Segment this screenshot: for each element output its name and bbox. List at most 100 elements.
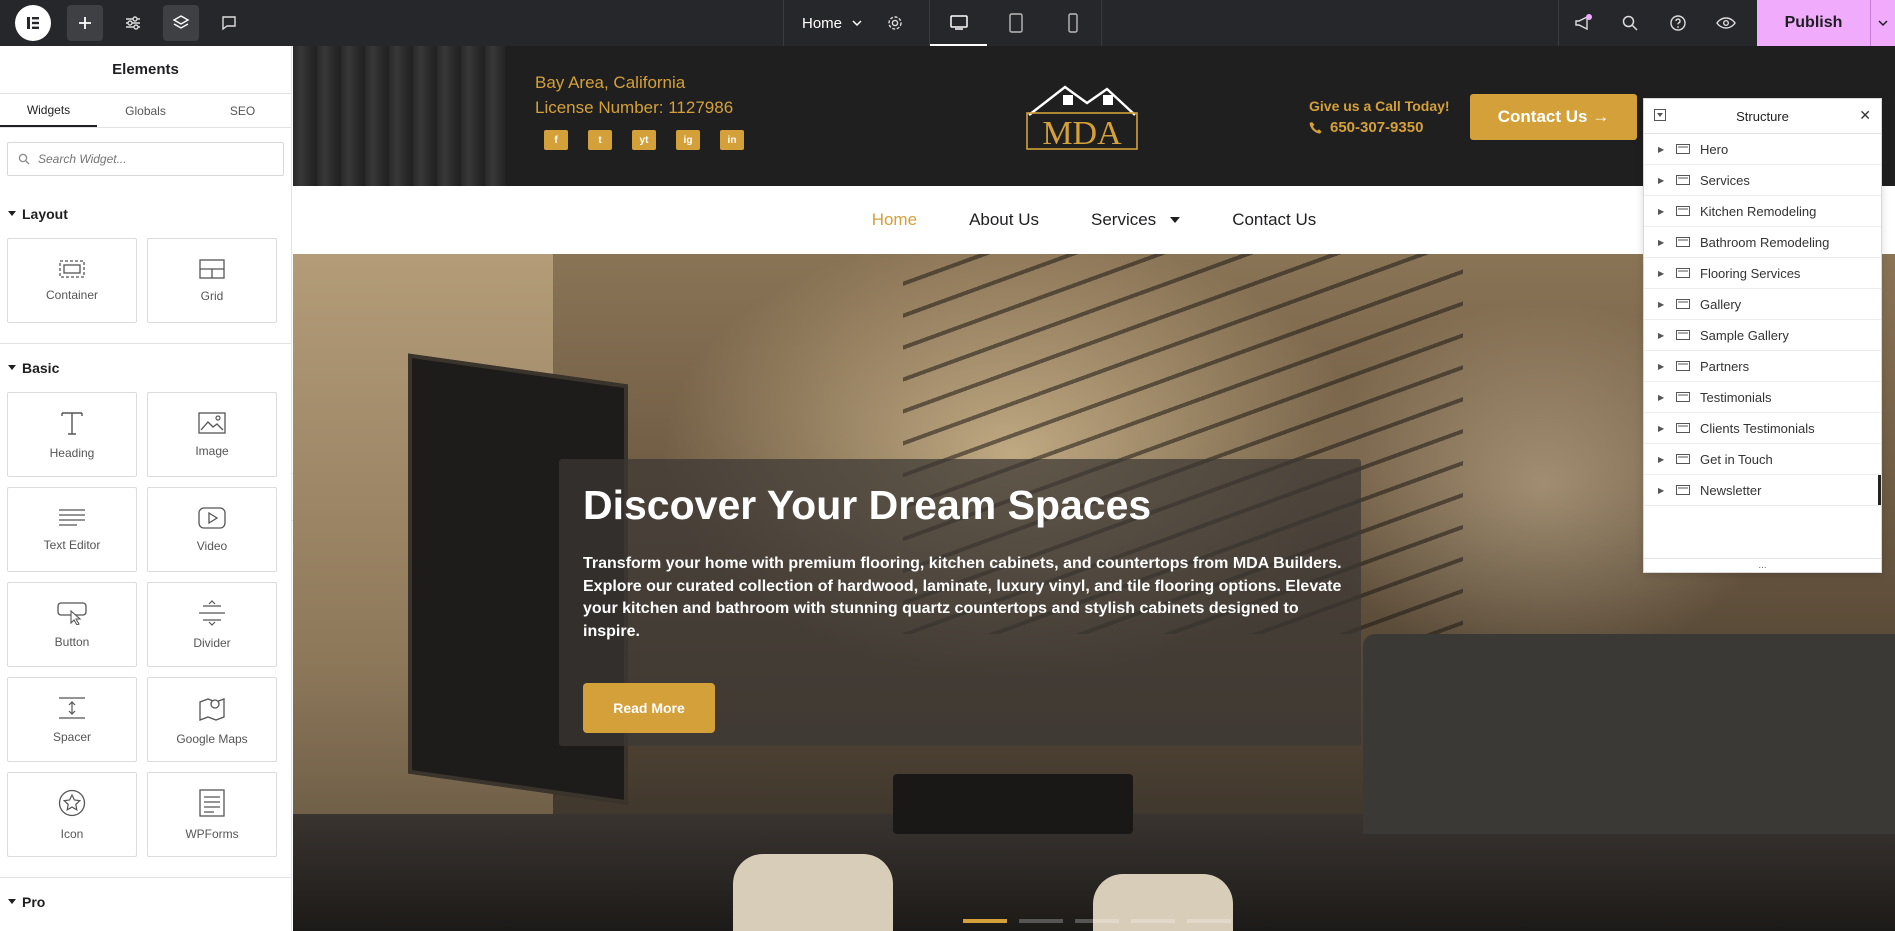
caret-right-icon[interactable]: ▶ <box>1658 300 1666 309</box>
caret-right-icon[interactable]: ▶ <box>1658 393 1666 402</box>
structure-item[interactable]: ▶ Kitchen Remodeling <box>1644 196 1881 227</box>
structure-item[interactable]: ▶ Services <box>1644 165 1881 196</box>
structure-scrollbar[interactable] <box>1878 475 1881 505</box>
nav-services[interactable]: Services <box>1065 210 1206 230</box>
structure-resize-handle[interactable]: ... <box>1644 558 1881 572</box>
slider-dot[interactable] <box>963 919 1007 923</box>
section-pro[interactable]: Pro <box>0 892 291 912</box>
structure-item[interactable]: ▶ Testimonials <box>1644 382 1881 413</box>
structure-item[interactable]: ▶ Get in Touch <box>1644 444 1881 475</box>
container-icon <box>1676 485 1690 495</box>
youtube-icon[interactable]: yt <box>632 130 656 150</box>
instagram-icon[interactable]: ig <box>676 130 700 150</box>
panel-title: Elements <box>0 46 291 94</box>
widget-heading[interactable]: Heading <box>7 392 137 477</box>
widget-container[interactable]: Container <box>7 238 137 323</box>
structure-item[interactable]: ▶ Gallery <box>1644 289 1881 320</box>
section-pro-label: Pro <box>22 894 46 910</box>
close-icon[interactable]: ✕ <box>1859 107 1871 124</box>
topbar-right: Publish <box>1558 0 1895 46</box>
help-button[interactable] <box>1654 0 1702 46</box>
widget-label: WPForms <box>185 826 239 841</box>
structure-item[interactable]: ▶ Hero <box>1644 134 1881 165</box>
star-icon <box>58 789 86 816</box>
caret-right-icon[interactable]: ▶ <box>1658 238 1666 247</box>
container-icon <box>59 259 85 278</box>
section-layout[interactable]: Layout <box>0 204 291 224</box>
caret-right-icon[interactable]: ▶ <box>1658 269 1666 278</box>
desktop-device-button[interactable] <box>930 0 987 46</box>
slider-dot[interactable] <box>1075 919 1119 923</box>
caret-right-icon[interactable]: ▶ <box>1658 486 1666 495</box>
nav-about-us[interactable]: About Us <box>943 210 1065 230</box>
contact-us-button[interactable]: Contact Us → <box>1470 94 1637 140</box>
phone-number: 650-307-9350 <box>1330 119 1424 136</box>
section-basic[interactable]: Basic <box>0 358 291 378</box>
nav-home[interactable]: Home <box>846 210 943 230</box>
caret-down-icon <box>8 211 16 216</box>
widget-icon[interactable]: Icon <box>7 772 137 857</box>
search-icon <box>1622 15 1638 31</box>
search-button[interactable] <box>1606 0 1654 46</box>
caret-right-icon[interactable]: ▶ <box>1658 176 1666 185</box>
structure-item[interactable]: ▶ Partners <box>1644 351 1881 382</box>
structure-item[interactable]: ▶ Bathroom Remodeling <box>1644 227 1881 258</box>
preview-button[interactable] <box>1702 0 1750 46</box>
header-address: Bay Area, California License Number: 112… <box>535 70 733 120</box>
caret-right-icon[interactable]: ▶ <box>1658 331 1666 340</box>
whats-new-button[interactable] <box>1558 0 1606 46</box>
widget-button[interactable]: Button <box>7 582 137 667</box>
linkedin-icon[interactable]: in <box>720 130 744 150</box>
mobile-device-button[interactable] <box>1044 0 1101 46</box>
caret-right-icon[interactable]: ▶ <box>1658 207 1666 216</box>
publish-options-button[interactable] <box>1870 0 1895 46</box>
notes-button[interactable] <box>211 5 247 41</box>
collapse-all-icon[interactable] <box>1654 109 1666 121</box>
structure-item[interactable]: ▶ Clients Testimonials <box>1644 413 1881 444</box>
tab-widgets[interactable]: Widgets <box>0 94 97 127</box>
widget-video[interactable]: Video <box>147 487 277 572</box>
caret-right-icon[interactable]: ▶ <box>1658 455 1666 464</box>
widget-divider[interactable]: Divider <box>147 582 277 667</box>
search-widget-input[interactable] <box>38 152 268 166</box>
widget-wpforms[interactable]: WPForms <box>147 772 277 857</box>
structure-item-label: Get in Touch <box>1700 451 1773 467</box>
structure-item[interactable]: ▶ Flooring Services <box>1644 258 1881 289</box>
structure-item-label: Sample Gallery <box>1700 327 1789 343</box>
structure-button[interactable] <box>163 5 199 41</box>
publish-button[interactable]: Publish <box>1757 0 1870 46</box>
tab-globals[interactable]: Globals <box>97 94 194 127</box>
caret-right-icon[interactable]: ▶ <box>1658 362 1666 371</box>
plus-icon <box>79 17 91 29</box>
mda-logo[interactable]: MDA <box>1025 79 1139 151</box>
slider-dot[interactable] <box>1019 919 1063 923</box>
widget-google-maps[interactable]: Google Maps <box>147 677 277 762</box>
twitter-icon[interactable]: t <box>588 130 612 150</box>
caret-right-icon[interactable]: ▶ <box>1658 424 1666 433</box>
caret-right-icon[interactable]: ▶ <box>1658 145 1666 154</box>
elementor-logo[interactable] <box>15 5 51 41</box>
read-more-button[interactable]: Read More <box>583 683 715 733</box>
widget-image[interactable]: Image <box>147 392 277 477</box>
tab-seo[interactable]: SEO <box>194 94 291 127</box>
phone-row[interactable]: 650-307-9350 <box>1309 117 1450 138</box>
facebook-icon[interactable]: f <box>544 130 568 150</box>
nav-contact-us[interactable]: Contact Us <box>1206 210 1342 230</box>
site-settings-button[interactable] <box>115 5 151 41</box>
widget-text-editor[interactable]: Text Editor <box>7 487 137 572</box>
add-element-button[interactable] <box>67 5 103 41</box>
grid-icon <box>199 258 225 279</box>
gear-icon[interactable] <box>886 14 904 32</box>
tablet-device-button[interactable] <box>987 0 1044 46</box>
widget-label: Container <box>45 287 99 302</box>
structure-item[interactable]: ▶ Newsletter <box>1644 475 1881 506</box>
text-editor-icon <box>59 508 85 526</box>
slider-dot[interactable] <box>1131 919 1175 923</box>
structure-item[interactable]: ▶ Sample Gallery <box>1644 320 1881 351</box>
topbar-left <box>0 0 253 46</box>
call-label: Give us a Call Today! <box>1309 98 1450 114</box>
slider-dot[interactable] <box>1187 919 1231 923</box>
widget-spacer[interactable]: Spacer <box>7 677 137 762</box>
page-selector[interactable]: Home <box>783 0 930 46</box>
widget-grid[interactable]: Grid <box>147 238 277 323</box>
